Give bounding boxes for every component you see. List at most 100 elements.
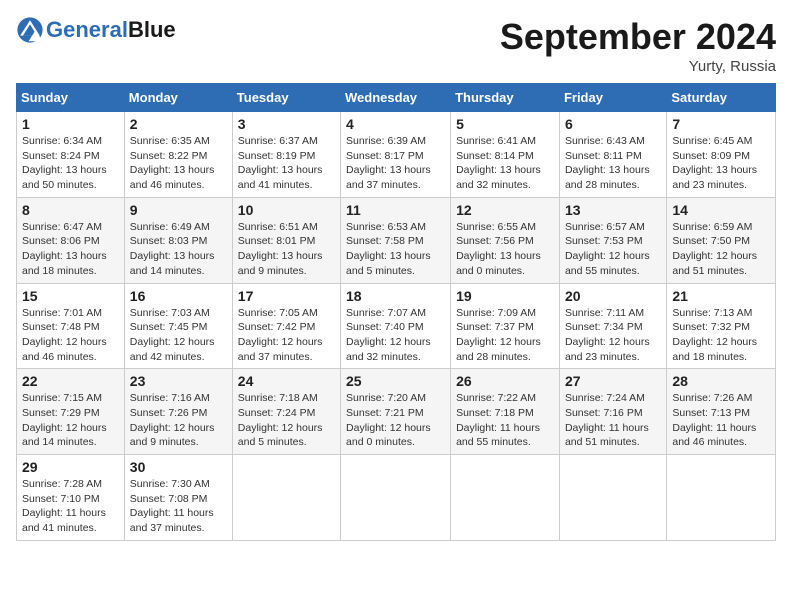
day-number: 24 (238, 373, 335, 389)
day-number: 19 (456, 288, 554, 304)
calendar-cell: 8Sunrise: 6:47 AMSunset: 8:06 PMDaylight… (17, 197, 125, 283)
day-detail: Sunrise: 7:01 AMSunset: 7:48 PMDaylight:… (22, 306, 119, 365)
day-detail: Sunrise: 6:57 AMSunset: 7:53 PMDaylight:… (565, 220, 661, 279)
day-of-week-header: Sunday (17, 84, 125, 112)
day-detail: Sunrise: 6:53 AMSunset: 7:58 PMDaylight:… (346, 220, 445, 279)
day-detail: Sunrise: 7:13 AMSunset: 7:32 PMDaylight:… (672, 306, 770, 365)
day-detail: Sunrise: 7:18 AMSunset: 7:24 PMDaylight:… (238, 391, 335, 450)
day-detail: Sunrise: 6:37 AMSunset: 8:19 PMDaylight:… (238, 134, 335, 193)
calendar-cell: 30 Sunrise: 7:30 AMSunset: 7:08 PMDayligh… (124, 455, 232, 541)
calendar-cell: 5 Sunrise: 6:41 AMSunset: 8:14 PMDaylight… (451, 112, 560, 198)
calendar-cell: 17 Sunrise: 7:05 AMSunset: 7:42 PMDayligh… (232, 283, 340, 369)
calendar-cell: 3 Sunrise: 6:37 AMSunset: 8:19 PMDaylight… (232, 112, 340, 198)
calendar-cell (451, 455, 560, 541)
day-number: 3 (238, 116, 335, 132)
calendar-cell: 27Sunrise: 7:24 AMSunset: 7:16 PMDayligh… (559, 369, 666, 455)
calendar-cell: 10Sunrise: 6:51 AMSunset: 8:01 PMDayligh… (232, 197, 340, 283)
calendar-cell: 16Sunrise: 7:03 AMSunset: 7:45 PMDayligh… (124, 283, 232, 369)
day-detail: Sunrise: 6:49 AMSunset: 8:03 PMDaylight:… (130, 220, 227, 279)
calendar-cell (341, 455, 451, 541)
day-number: 11 (346, 202, 445, 218)
calendar-week-row: 22 Sunrise: 7:15 AMSunset: 7:29 PMDayligh… (17, 369, 776, 455)
calendar-cell: 9 Sunrise: 6:49 AMSunset: 8:03 PMDaylight… (124, 197, 232, 283)
day-number: 23 (130, 373, 227, 389)
day-number: 16 (130, 288, 227, 304)
day-number: 28 (672, 373, 770, 389)
day-detail: Sunrise: 6:39 AMSunset: 8:17 PMDaylight:… (346, 134, 445, 193)
calendar-week-row: 15 Sunrise: 7:01 AMSunset: 7:48 PMDayligh… (17, 283, 776, 369)
title-area: September 2024 Yurty, Russia (500, 16, 776, 75)
day-number: 26 (456, 373, 554, 389)
day-number: 25 (346, 373, 445, 389)
day-detail: Sunrise: 7:28 AMSunset: 7:10 PMDaylight:… (22, 477, 119, 536)
calendar-week-row: 1 Sunrise: 6:34 AMSunset: 8:24 PMDaylight… (17, 112, 776, 198)
calendar-cell: 20 Sunrise: 7:11 AMSunset: 7:34 PMDayligh… (559, 283, 666, 369)
day-detail: Sunrise: 7:16 AMSunset: 7:26 PMDaylight:… (130, 391, 227, 450)
day-number: 17 (238, 288, 335, 304)
day-number: 4 (346, 116, 445, 132)
day-of-week-header: Friday (559, 84, 666, 112)
day-number: 13 (565, 202, 661, 218)
calendar-header-row: SundayMondayTuesdayWednesdayThursdayFrid… (17, 84, 776, 112)
calendar-cell: 18 Sunrise: 7:07 AMSunset: 7:40 PMDayligh… (341, 283, 451, 369)
day-of-week-header: Thursday (451, 84, 560, 112)
calendar-cell: 14 Sunrise: 6:59 AMSunset: 7:50 PMDayligh… (667, 197, 776, 283)
day-number: 18 (346, 288, 445, 304)
day-number: 20 (565, 288, 661, 304)
calendar-table: SundayMondayTuesdayWednesdayThursdayFrid… (16, 83, 776, 541)
day-number: 30 (130, 459, 227, 475)
calendar-cell (559, 455, 666, 541)
day-number: 5 (456, 116, 554, 132)
calendar-cell: 29 Sunrise: 7:28 AMSunset: 7:10 PMDayligh… (17, 455, 125, 541)
day-detail: Sunrise: 7:15 AMSunset: 7:29 PMDaylight:… (22, 391, 119, 450)
calendar-cell: 23 Sunrise: 7:16 AMSunset: 7:26 PMDayligh… (124, 369, 232, 455)
calendar-cell: 15 Sunrise: 7:01 AMSunset: 7:48 PMDayligh… (17, 283, 125, 369)
day-detail: Sunrise: 7:07 AMSunset: 7:40 PMDaylight:… (346, 306, 445, 365)
calendar-cell: 2 Sunrise: 6:35 AMSunset: 8:22 PMDaylight… (124, 112, 232, 198)
day-number: 6 (565, 116, 661, 132)
calendar-cell: 26 Sunrise: 7:22 AMSunset: 7:18 PMDayligh… (451, 369, 560, 455)
day-detail: Sunrise: 7:05 AMSunset: 7:42 PMDaylight:… (238, 306, 335, 365)
day-detail: Sunrise: 7:30 AMSunset: 7:08 PMDaylight:… (130, 477, 227, 536)
day-number: 15 (22, 288, 119, 304)
day-number: 2 (130, 116, 227, 132)
calendar-cell: 6 Sunrise: 6:43 AMSunset: 8:11 PMDaylight… (559, 112, 666, 198)
day-number: 9 (130, 202, 227, 218)
calendar-cell: 13 Sunrise: 6:57 AMSunset: 7:53 PMDayligh… (559, 197, 666, 283)
location: Yurty, Russia (500, 58, 776, 75)
day-of-week-header: Saturday (667, 84, 776, 112)
day-number: 14 (672, 202, 770, 218)
day-detail: Sunrise: 7:22 AMSunset: 7:18 PMDaylight:… (456, 391, 554, 450)
day-detail: Sunrise: 6:45 AMSunset: 8:09 PMDaylight:… (672, 134, 770, 193)
day-detail: Sunrise: 6:35 AMSunset: 8:22 PMDaylight:… (130, 134, 227, 193)
day-number: 1 (22, 116, 119, 132)
day-detail: Sunrise: 6:34 AMSunset: 8:24 PMDaylight:… (22, 134, 119, 193)
day-number: 22 (22, 373, 119, 389)
day-of-week-header: Tuesday (232, 84, 340, 112)
calendar-week-row: 29 Sunrise: 7:28 AMSunset: 7:10 PMDayligh… (17, 455, 776, 541)
day-number: 29 (22, 459, 119, 475)
calendar-cell (232, 455, 340, 541)
day-of-week-header: Wednesday (341, 84, 451, 112)
day-of-week-header: Monday (124, 84, 232, 112)
day-number: 12 (456, 202, 554, 218)
day-detail: Sunrise: 6:59 AMSunset: 7:50 PMDaylight:… (672, 220, 770, 279)
day-number: 7 (672, 116, 770, 132)
calendar-cell: 4 Sunrise: 6:39 AMSunset: 8:17 PMDaylight… (341, 112, 451, 198)
calendar-week-row: 8Sunrise: 6:47 AMSunset: 8:06 PMDaylight… (17, 197, 776, 283)
day-detail: Sunrise: 6:47 AMSunset: 8:06 PMDaylight:… (22, 220, 119, 279)
day-detail: Sunrise: 7:11 AMSunset: 7:34 PMDaylight:… (565, 306, 661, 365)
calendar-cell: 7 Sunrise: 6:45 AMSunset: 8:09 PMDaylight… (667, 112, 776, 198)
day-detail: Sunrise: 7:24 AMSunset: 7:16 PMDaylight:… (565, 391, 661, 450)
day-number: 21 (672, 288, 770, 304)
logo: GeneralBlue (16, 16, 176, 44)
calendar-body: 1 Sunrise: 6:34 AMSunset: 8:24 PMDaylight… (17, 112, 776, 541)
calendar-cell: 28Sunrise: 7:26 AMSunset: 7:13 PMDayligh… (667, 369, 776, 455)
calendar-cell: 19Sunrise: 7:09 AMSunset: 7:37 PMDayligh… (451, 283, 560, 369)
day-detail: Sunrise: 6:43 AMSunset: 8:11 PMDaylight:… (565, 134, 661, 193)
calendar-cell: 25Sunrise: 7:20 AMSunset: 7:21 PMDayligh… (341, 369, 451, 455)
header: GeneralBlue September 2024 Yurty, Russia (16, 16, 776, 75)
day-detail: Sunrise: 6:41 AMSunset: 8:14 PMDaylight:… (456, 134, 554, 193)
logo-icon (16, 16, 44, 44)
calendar-cell: 22 Sunrise: 7:15 AMSunset: 7:29 PMDayligh… (17, 369, 125, 455)
